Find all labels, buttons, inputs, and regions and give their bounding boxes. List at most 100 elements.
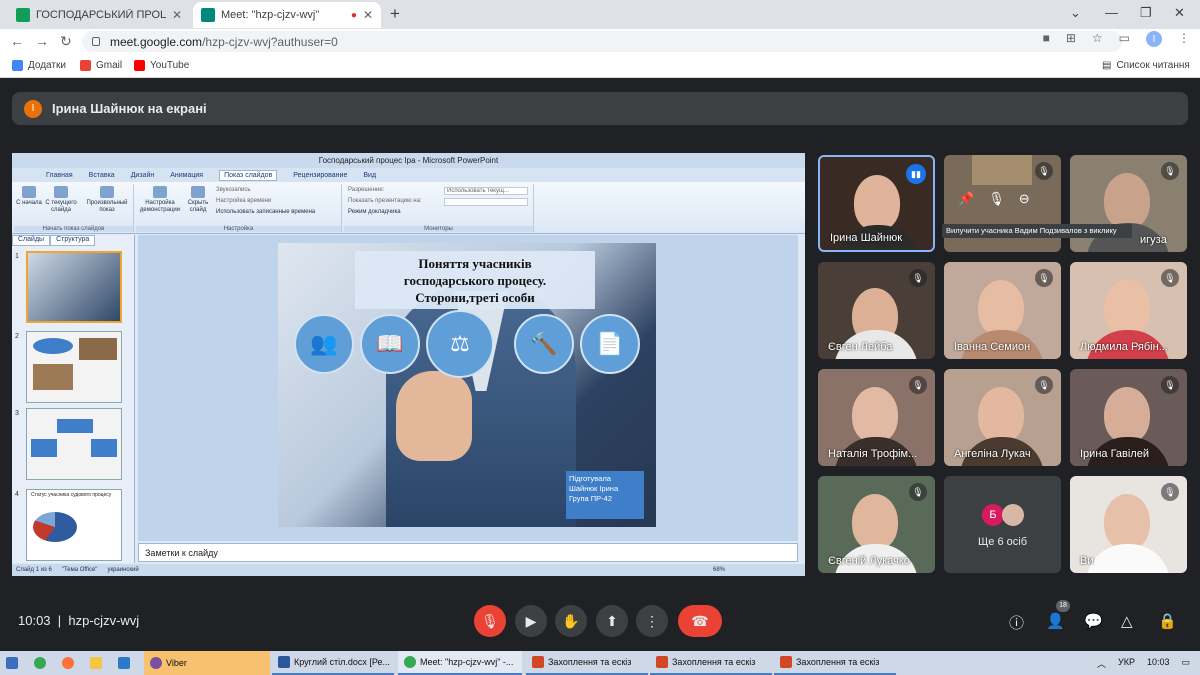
taskbar-label: Захоплення та ескіз [796,657,880,667]
mute-icon[interactable]: 🎙 [988,191,1005,207]
taskbar-pin[interactable] [84,651,110,675]
notes-field[interactable]: Заметки к слайду [138,543,798,562]
hide-slide-button[interactable]: Скрыть слайд [184,186,212,214]
taskbar-pin[interactable] [112,651,138,675]
browser-toolbar: ← → ↻ meet.google.com/hzp-cjzv-wvj?authu… [0,29,1200,54]
record-narration[interactable]: Звукозапись [216,187,250,193]
participant-tile[interactable]: 🎙 Ірина Гавілей [1070,369,1187,466]
participant-video-body [1086,544,1170,573]
ribbon-tab[interactable]: Вставка [89,172,115,179]
back-icon[interactable]: ← [10,33,24,49]
setup-show-button[interactable]: Настройка демонстрации [138,186,182,214]
address-bar[interactable]: meet.google.com/hzp-cjzv-wvj?authuser=0 [82,31,1122,52]
people-icon[interactable]: 👤 [1046,612,1065,630]
camera-toggle-button[interactable]: ▶ [515,605,547,637]
taskbar-item-snip[interactable]: Захоплення та ескіз [526,651,648,675]
slide-thumb-4[interactable]: Статус учасника судового процесу [26,489,122,561]
info-icon[interactable]: ⓘ [1009,612,1024,633]
participant-tile[interactable]: 🎙 Наталія Трофім... [818,369,935,466]
tab-search-icon[interactable]: ⌄ [1070,5,1081,21]
tab-meet[interactable]: Meet: "hzp-cjzv-wvj" ● ✕ [193,2,381,28]
close-icon[interactable]: ✕ [172,8,182,22]
tab-sheets[interactable]: ГОСПОДАРСЬКИЙ ПРОЦЕС Пр ✕ [8,2,190,28]
raise-hand-button[interactable]: ✋ [555,605,587,637]
tab-outline[interactable]: Структура [50,235,96,246]
pin-icon[interactable]: 📌 [958,191,974,207]
taskbar-label: Захоплення та ескіз [672,657,756,667]
taskbar-item-word[interactable]: Круглий стіл.docx [Ре... [272,651,394,675]
taskbar-pin[interactable] [28,651,54,675]
reload-icon[interactable]: ↻ [60,33,72,50]
minimize-button[interactable]: — [1105,5,1118,20]
slide-thumb-2[interactable] [26,331,122,403]
taskbar-item-viber[interactable]: Viber [144,651,270,675]
tray-chevron-icon[interactable]: ︿ [1097,657,1106,670]
zoom-level[interactable]: 68% [713,567,725,573]
participant-tile[interactable]: 🎙 Іванна Семион [944,262,1061,359]
participant-tile[interactable]: 🎙 Ангеліна Лукач [944,369,1061,466]
ribbon-group-monitors: Разрешение: Использовать текущ... Показа… [344,184,534,232]
slide-thumb-3[interactable] [26,408,122,480]
tab-slides[interactable]: Слайды [12,235,51,246]
ribbon-tab[interactable]: Рецензирование [293,172,347,179]
from-start-button[interactable]: С начала [16,186,42,207]
current-slide[interactable]: Поняття учасників господарського процесу… [278,243,656,527]
taskbar-item-snip[interactable]: Захоплення та ескіз [650,651,772,675]
ribbon-tab-active[interactable]: Показ слайдов [219,169,278,181]
tile-hover-controls: 📌 🎙 ⊖ [958,191,1030,207]
ribbon-group-start: С начала С текущего слайда Произвольный … [14,184,134,232]
bookmark-gmail[interactable]: Gmail [80,60,122,71]
taskbar-item-snip[interactable]: Захоплення та ескіз [774,651,896,675]
custom-show-button[interactable]: Произвольный показ [82,186,132,214]
self-tile[interactable]: 🎙 Ви [1070,476,1187,573]
forward-icon[interactable]: → [35,33,49,49]
show-on-select[interactable] [444,198,528,206]
reading-list[interactable]: ▤ Список читання [1102,60,1190,71]
camera-icon[interactable]: ■ [1043,31,1050,47]
ribbon-tab[interactable]: Главная [46,172,73,179]
star-icon[interactable]: ☆ [1092,31,1103,47]
ribbon-tab[interactable]: Анимация [170,172,203,179]
close-icon[interactable]: ✕ [363,8,373,22]
remove-icon[interactable]: ⊖ [1019,191,1030,207]
present-button[interactable]: ⬆ [596,605,628,637]
from-current-button[interactable]: С текущего слайда [44,186,78,214]
ribbon-tab[interactable]: Вид [363,172,376,179]
host-controls-icon[interactable]: 🔒 [1158,612,1177,630]
close-window-button[interactable]: ✕ [1174,5,1185,21]
presenter-view-checkbox[interactable]: Режим докладчика [348,209,401,215]
menu-icon[interactable]: ⋮ [1178,31,1190,47]
new-tab-button[interactable]: + [390,4,400,24]
windows-icon [6,657,18,669]
slide-thumb-1[interactable] [26,251,122,323]
maximize-button[interactable]: ❐ [1140,5,1152,21]
cast-icon[interactable]: ▭ [1119,31,1130,47]
mic-off-icon: 🎙 [909,483,927,501]
use-timings-checkbox[interactable]: Использовать записанные времена [216,209,315,215]
ribbon-tab[interactable]: Дизайн [131,172,155,179]
taskbar-item-meet[interactable]: Meet: "hzp-cjzv-wvj" -... [398,651,522,675]
mic-off-icon: 🎙 [1035,376,1053,394]
taskbar-pin[interactable] [56,651,82,675]
bookmark-apps[interactable]: Додатки [12,60,66,71]
more-options-button[interactable]: ⋮ [636,605,668,637]
profile-avatar[interactable]: I [1146,31,1162,47]
mic-toggle-button[interactable]: 🎙 [474,605,506,637]
participant-tile[interactable]: ▮▮ Ірина Шайнюк [818,155,935,252]
grid-icon[interactable]: ⊞ [1066,31,1076,47]
resolution-label: Разрешение: [348,187,385,193]
participant-tile[interactable]: 🎙 Людмила Рябін... [1070,262,1187,359]
leave-call-button[interactable]: ☎ [678,605,722,637]
tray-clock[interactable]: 10:03 [1147,657,1170,670]
activities-icon[interactable]: △ [1121,612,1133,630]
chat-icon[interactable]: 💬 [1084,612,1103,630]
start-button[interactable] [0,651,28,675]
rehearse-timings[interactable]: Настройка времени [216,198,271,204]
notifications-icon[interactable]: ▭ [1181,657,1190,670]
more-participants-tile[interactable]: Б Ще 6 осіб [944,476,1061,573]
input-language[interactable]: УКР [1118,657,1135,670]
participant-tile[interactable]: 🎙 Євгеній Лукачко [818,476,935,573]
participant-tile[interactable]: 🎙 Євген Лейба [818,262,935,359]
bookmark-youtube[interactable]: YouTube [134,60,189,71]
resolution-select[interactable]: Использовать текущ... [444,187,528,195]
